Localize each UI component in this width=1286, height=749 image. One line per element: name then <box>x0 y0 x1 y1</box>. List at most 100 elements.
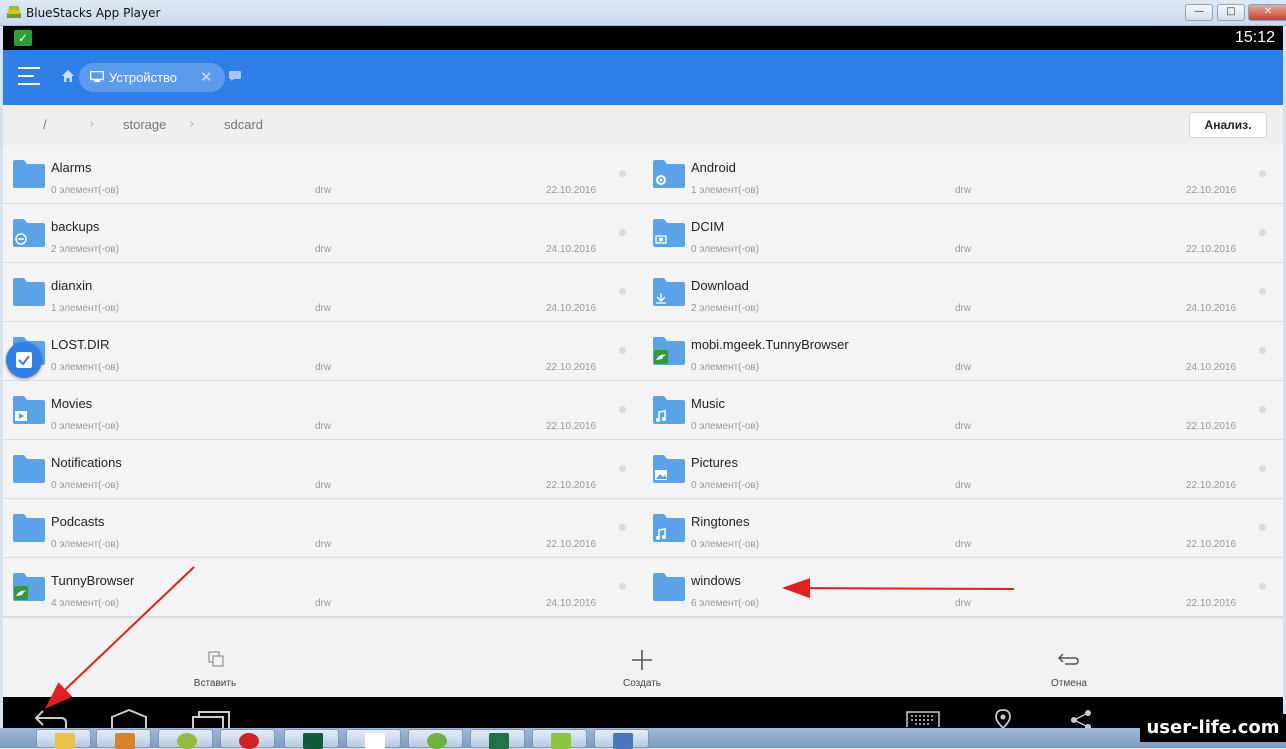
taskbar-excel-button[interactable] <box>470 729 525 749</box>
folder-item[interactable]: mobi.mgeek.TunnyBrowser 0 элемент(-ов) drw… <box>643 322 1283 380</box>
folder-item[interactable]: Alarms 0 элемент(-ов) drw 22.10.2016 <box>3 145 643 203</box>
folder-item-count: 0 элемент(-ов) <box>691 480 760 491</box>
folder-permissions: drw <box>955 185 972 196</box>
file-row: Podcasts 0 элемент(-ов) drw 22.10.2016 Ringt… <box>3 499 1283 558</box>
cancel-button[interactable]: Отмена <box>969 618 1169 698</box>
folder-name: mobi.mgeek.TunnyBrowser <box>691 337 849 352</box>
folder-permissions: drw <box>955 480 972 491</box>
notification-check-icon: ✓ <box>14 30 32 46</box>
create-button[interactable]: Создать <box>542 618 742 698</box>
select-dot-icon[interactable] <box>619 288 626 295</box>
keyboard-icon[interactable] <box>906 711 940 727</box>
folder-item[interactable]: Podcasts 0 элемент(-ов) drw 22.10.2016 <box>3 499 643 557</box>
folder-item[interactable]: Download 2 элемент(-ов) drw 24.10.2016 <box>643 263 1283 321</box>
location-icon[interactable] <box>995 709 1011 728</box>
folder-name: Movies <box>51 396 93 411</box>
breadcrumb-sdcard[interactable]: sdcard <box>224 117 263 132</box>
folder-date: 22.10.2016 <box>1186 539 1237 550</box>
analyze-button[interactable]: Анализ. <box>1189 112 1267 138</box>
select-dot-icon[interactable] <box>619 583 626 590</box>
breadcrumb-root[interactable]: / <box>43 117 47 132</box>
select-dot-icon[interactable] <box>1259 465 1266 472</box>
tab-label: Устройство <box>109 70 178 85</box>
menu-icon[interactable] <box>18 67 40 87</box>
app-toolbar: Устройство ✕ <box>3 50 1283 105</box>
back-icon[interactable] <box>33 709 69 729</box>
share-icon[interactable] <box>1069 710 1093 728</box>
folder-date: 22.10.2016 <box>546 185 597 196</box>
home-button-icon[interactable] <box>109 709 149 729</box>
select-dot-icon[interactable] <box>619 170 626 177</box>
folder-name: Notifications <box>51 455 122 470</box>
folder-date: 22.10.2016 <box>546 480 597 491</box>
taskbar-explorer-button[interactable] <box>36 729 91 749</box>
tab-device[interactable]: Устройство ✕ <box>79 63 225 92</box>
folder-name: Alarms <box>51 160 92 175</box>
folder-item[interactable]: DCIM 0 элемент(-ов) drw 22.10.2016 <box>643 204 1283 262</box>
select-dot-icon[interactable] <box>1259 406 1266 413</box>
chevron-right-icon: › <box>89 116 95 132</box>
select-dot-icon[interactable] <box>1259 288 1266 295</box>
folder-item[interactable]: Music 0 элемент(-ов) drw 22.10.2016 <box>643 381 1283 439</box>
folder-date: 22.10.2016 <box>546 421 597 432</box>
folder-permissions: drw <box>955 539 972 550</box>
window-title: BlueStacks App Player <box>26 6 161 20</box>
select-dot-icon[interactable] <box>1259 347 1266 354</box>
select-dot-icon[interactable] <box>1259 229 1266 236</box>
taskbar-bluestacks-button[interactable] <box>532 729 587 749</box>
select-dot-icon[interactable] <box>619 524 626 531</box>
new-tab-icon[interactable] <box>229 71 241 81</box>
folder-item[interactable]: Movies 0 элемент(-ов) drw 22.10.2016 <box>3 381 643 439</box>
folder-item-count: 0 элемент(-ов) <box>51 362 120 373</box>
taskbar-app-button[interactable] <box>594 729 649 749</box>
folder-icon <box>653 573 685 601</box>
taskbar-utorrent-button[interactable] <box>408 729 463 749</box>
select-mode-button[interactable] <box>6 342 42 378</box>
folder-item[interactable]: windows 6 элемент(-ов) drw 22.10.2016 <box>643 558 1283 616</box>
folder-icon <box>653 160 685 188</box>
folder-item-count: 2 элемент(-ов) <box>51 244 120 255</box>
home-icon[interactable] <box>61 69 75 83</box>
folder-item-count: 0 элемент(-ов) <box>51 539 120 550</box>
select-dot-icon[interactable] <box>619 465 626 472</box>
folder-permissions: drw <box>315 303 332 314</box>
select-dot-icon[interactable] <box>619 406 626 413</box>
bottom-action-bar: Вставить Создать Отмена <box>3 617 1283 697</box>
folder-item[interactable]: Ringtones 0 элемент(-ов) drw 22.10.2016 <box>643 499 1283 557</box>
windows-taskbar <box>0 728 1286 749</box>
folder-item-count: 2 элемент(-ов) <box>691 303 760 314</box>
taskbar-document-button[interactable] <box>346 729 401 749</box>
select-dot-icon[interactable] <box>1259 170 1266 177</box>
folder-item[interactable]: dianxin 1 элемент(-ов) drw 24.10.2016 <box>3 263 643 321</box>
taskbar-media-button[interactable] <box>96 729 151 749</box>
folder-item-count: 0 элемент(-ов) <box>691 244 760 255</box>
tab-close-icon[interactable]: ✕ <box>200 68 213 86</box>
folder-name: Pictures <box>691 455 738 470</box>
select-dot-icon[interactable] <box>1259 524 1266 531</box>
breadcrumb-storage[interactable]: storage <box>123 117 166 132</box>
folder-permissions: drw <box>315 598 332 609</box>
folder-date: 24.10.2016 <box>1186 303 1237 314</box>
select-dot-icon[interactable] <box>1259 583 1266 590</box>
paste-button[interactable]: Вставить <box>115 618 315 698</box>
folder-permissions: drw <box>315 362 332 373</box>
taskbar-opera-button[interactable] <box>220 729 275 749</box>
folder-item[interactable]: LOST.DIR 0 элемент(-ов) drw 22.10.2016 <box>3 322 643 380</box>
minimize-button[interactable]: — <box>1185 4 1213 21</box>
select-dot-icon[interactable] <box>619 347 626 354</box>
select-dot-icon[interactable] <box>619 229 626 236</box>
folder-item[interactable]: Pictures 0 элемент(-ов) drw 22.10.2016 <box>643 440 1283 498</box>
maximize-button[interactable]: □ <box>1217 4 1245 21</box>
folder-item[interactable]: Android 1 элемент(-ов) drw 22.10.2016 <box>643 145 1283 203</box>
recents-icon[interactable] <box>191 711 231 729</box>
folder-name: TunnyBrowser <box>51 573 135 588</box>
folder-item[interactable]: backups 2 элемент(-ов) drw 24.10.2016 <box>3 204 643 262</box>
file-row: LOST.DIR 0 элемент(-ов) drw 22.10.2016 mobi.… <box>3 322 1283 381</box>
folder-date: 22.10.2016 <box>546 539 597 550</box>
folder-item[interactable]: TunnyBrowser 4 элемент(-ов) drw 24.10.2016 <box>3 558 643 616</box>
folder-date: 24.10.2016 <box>1186 362 1237 373</box>
taskbar-chrome-button[interactable] <box>158 729 213 749</box>
folder-item[interactable]: Notifications 0 элемент(-ов) drw 22.10.2016 <box>3 440 643 498</box>
taskbar-audition-button[interactable] <box>284 729 339 749</box>
close-button[interactable]: ✕ <box>1248 4 1286 21</box>
